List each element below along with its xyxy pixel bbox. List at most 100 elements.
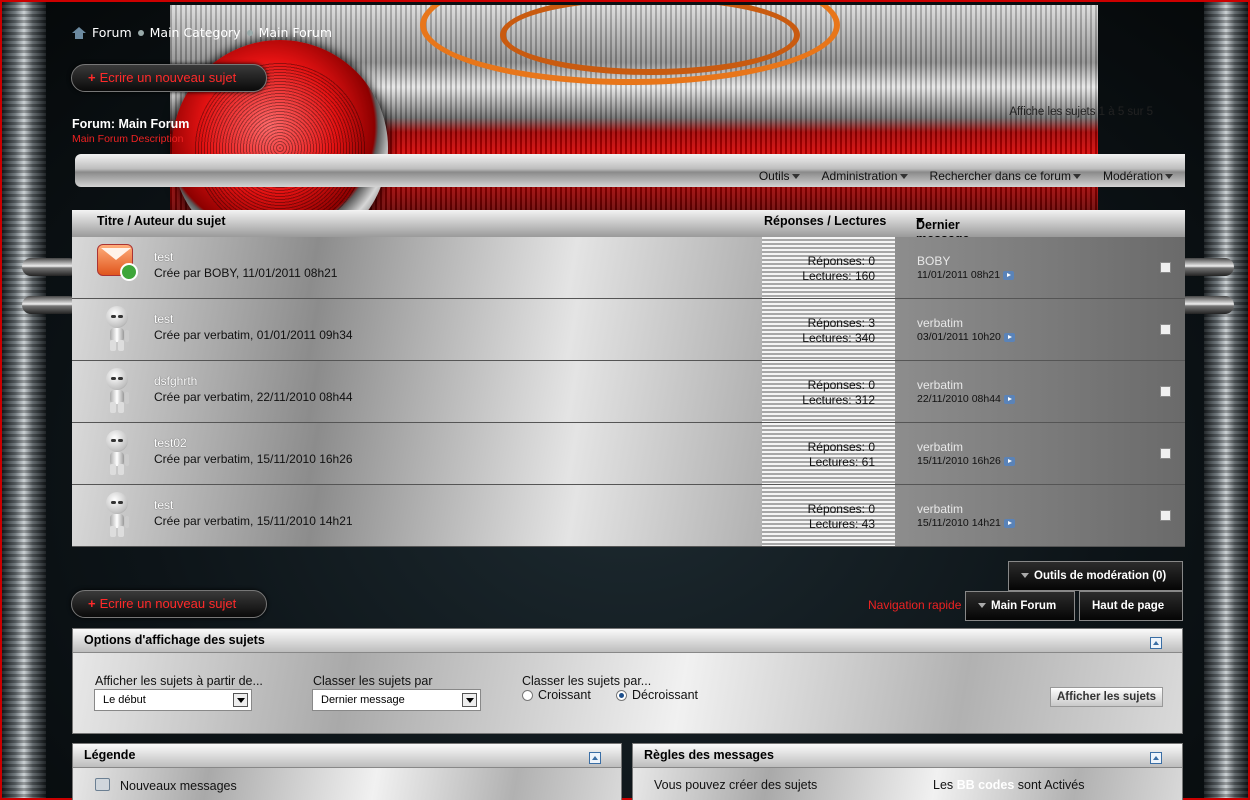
thread-meta: Crée par verbatim, 15/11/2010 16h26 — [154, 452, 353, 466]
table-row[interactable]: test Crée par verbatim, 01/01/2011 09h34… — [72, 299, 1185, 361]
last-post-date: 15/11/2010 14h21 — [917, 517, 1185, 529]
quick-nav-main-forum-button[interactable]: Main Forum — [965, 591, 1075, 621]
bb-codes-link[interactable]: BB codes — [957, 778, 1015, 792]
posting-rules-header: Règles des messages — [633, 744, 1182, 768]
breadcrumb: Forum Main Category Main Forum — [72, 25, 332, 40]
thread-checkbox[interactable] — [1160, 262, 1171, 273]
show-topics-button[interactable]: Afficher les sujets — [1050, 687, 1164, 707]
thread-title[interactable]: test — [154, 498, 173, 512]
new-topic-button-bottom[interactable]: + Ecrire un nouveau sujet — [71, 590, 267, 618]
new-mail-icon — [97, 244, 138, 281]
breadcrumb-forum[interactable]: Forum — [92, 25, 132, 40]
display-options-panel: Options d'affichage des sujets Afficher … — [72, 628, 1183, 734]
table-row[interactable]: test Crée par BOBY, 11/01/2011 08h21 Rép… — [72, 237, 1185, 299]
replies-count: Réponses: 0 — [807, 440, 875, 454]
bb-prefix: Les — [933, 778, 954, 792]
robot-avatar-icon — [102, 492, 132, 538]
thread-stats: Réponses: 0 Lectures: 312 — [762, 361, 895, 422]
order-label: Classer les sujets par... — [522, 674, 652, 688]
thread-stats: Réponses: 0 Lectures: 61 — [762, 423, 895, 484]
from-select-value: Le début — [103, 694, 146, 706]
table-row[interactable]: dsfghrth Crée par verbatim, 22/11/2010 0… — [72, 361, 1185, 423]
top-of-page-label: Haut de page — [1092, 600, 1165, 612]
last-post-user[interactable]: verbatim — [917, 316, 1185, 330]
last-post-date-text: 15/11/2010 14h21 — [917, 517, 1001, 529]
last-post-user[interactable]: verbatim — [917, 502, 1185, 516]
last-post-user[interactable]: verbatim — [917, 440, 1185, 454]
breadcrumb-main-forum[interactable]: Main Forum — [259, 25, 332, 40]
thread-checkbox[interactable] — [1160, 510, 1171, 521]
chevron-down-icon — [899, 173, 908, 179]
thread-title[interactable]: test — [154, 312, 173, 326]
legend-title: Légende — [84, 748, 136, 762]
sort-select[interactable]: Dernier message — [312, 689, 481, 711]
menu-label: Outils — [758, 169, 790, 183]
thread-checkbox[interactable] — [1160, 386, 1171, 397]
thread-meta: Crée par BOBY, 11/01/2011 08h21 — [154, 266, 338, 280]
goto-last-post-icon[interactable] — [1003, 332, 1015, 342]
posting-rules-title: Règles des messages — [644, 748, 774, 762]
col-title[interactable]: Titre / Auteur du sujet — [97, 214, 226, 228]
breadcrumb-main-category[interactable]: Main Category — [150, 25, 241, 40]
last-post: verbatim 22/11/2010 08h44 — [895, 361, 1185, 422]
radio-descending[interactable] — [616, 690, 627, 701]
menu-tools[interactable]: Outils — [759, 169, 800, 183]
new-messages-icon — [95, 778, 110, 791]
thread-checkbox[interactable] — [1160, 324, 1171, 335]
last-post: verbatim 15/11/2010 14h21 — [895, 485, 1185, 546]
last-post: verbatim 15/11/2010 16h26 — [895, 423, 1185, 484]
right-rail-decoration — [1204, 2, 1248, 798]
pipe-decoration — [1178, 258, 1234, 276]
breadcrumb-separator — [246, 29, 253, 36]
goto-last-post-icon[interactable] — [1003, 518, 1015, 528]
menu-moderation[interactable]: Modération — [1103, 169, 1173, 183]
top-of-page-button[interactable]: Haut de page — [1079, 591, 1183, 621]
thread-title[interactable]: test — [154, 250, 173, 264]
thread-stats: Réponses: 3 Lectures: 340 — [762, 299, 895, 360]
col-stats[interactable]: Réponses / Lectures — [764, 214, 886, 228]
goto-last-post-icon[interactable] — [1003, 270, 1015, 280]
chevron-down-icon — [1072, 173, 1081, 179]
collapse-icon[interactable] — [1150, 637, 1162, 649]
collapse-icon[interactable] — [589, 752, 601, 764]
collapse-icon[interactable] — [1150, 752, 1162, 764]
forum-toolbar: Outils Administration Rechercher dans ce… — [75, 154, 1185, 187]
thread-title[interactable]: dsfghrth — [154, 374, 197, 388]
dropdown-arrow-icon — [233, 693, 248, 707]
last-post-date: 22/11/2010 08h44 — [917, 393, 1185, 405]
home-icon[interactable] — [72, 26, 86, 39]
display-options-header: Options d'affichage des sujets — [73, 629, 1182, 653]
new-topic-button-top[interactable]: + Ecrire un nouveau sujet — [71, 64, 267, 92]
plus-icon: + — [88, 70, 96, 85]
goto-last-post-icon[interactable] — [1003, 456, 1015, 466]
last-post-date: 11/01/2011 08h21 — [917, 269, 1185, 281]
robot-avatar-icon — [102, 430, 132, 476]
radio-ascending[interactable] — [522, 690, 533, 701]
replies-count: Réponses: 0 — [807, 254, 875, 268]
chevron-down-icon — [791, 173, 800, 179]
moderation-tools-button[interactable]: Outils de modération (0) — [1008, 561, 1183, 591]
threads-table-header: Titre / Auteur du sujet Réponses / Lectu… — [72, 210, 1185, 246]
thread-checkbox[interactable] — [1160, 448, 1171, 459]
thread-stats: Réponses: 0 Lectures: 160 — [762, 237, 895, 298]
pipe-decoration — [1178, 296, 1234, 314]
menu-administration[interactable]: Administration — [822, 169, 908, 183]
goto-last-post-icon[interactable] — [1003, 394, 1015, 404]
descending-label: Décroissant — [632, 688, 698, 702]
quick-nav-main-forum-label: Main Forum — [991, 600, 1057, 612]
views-count: Lectures: 61 — [808, 455, 875, 469]
last-post-user[interactable]: verbatim — [917, 378, 1185, 392]
pipe-decoration — [22, 258, 78, 276]
views-count: Lectures: 43 — [808, 517, 875, 531]
pipe-decoration — [22, 296, 78, 314]
table-row[interactable]: test02 Crée par verbatim, 15/11/2010 16h… — [72, 423, 1185, 485]
rule-create-topics: Vous pouvez créer des sujets — [654, 778, 818, 792]
menu-search-forum[interactable]: Rechercher dans ce forum — [930, 169, 1081, 183]
last-post-user[interactable]: BOBY — [917, 254, 1185, 268]
chevron-down-icon — [1165, 173, 1173, 179]
views-count: Lectures: 312 — [802, 393, 875, 407]
from-select[interactable]: Le début — [94, 689, 252, 711]
thread-title[interactable]: test02 — [154, 436, 187, 450]
thread-meta: Crée par verbatim, 15/11/2010 14h21 — [154, 514, 353, 528]
table-row[interactable]: test Crée par verbatim, 15/11/2010 14h21… — [72, 485, 1185, 547]
